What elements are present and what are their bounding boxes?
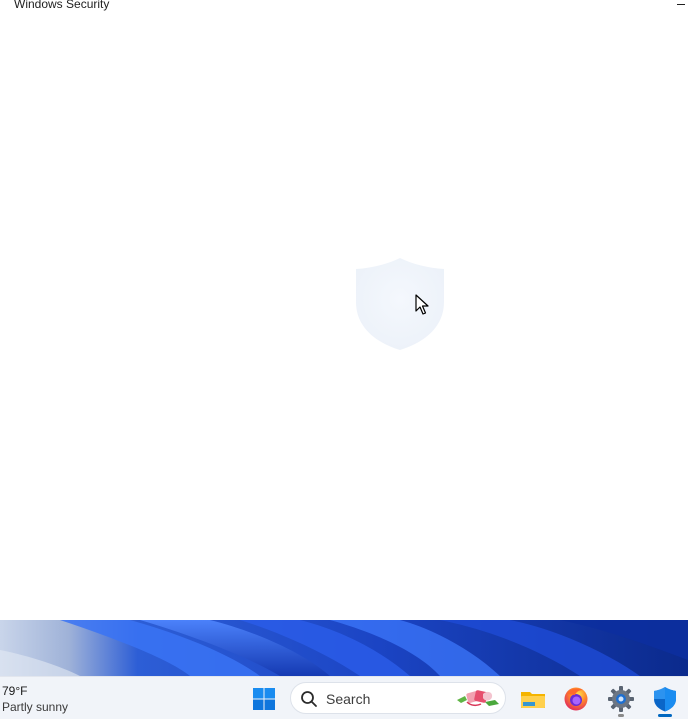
search-highlight-icon [457, 690, 499, 707]
weather-widget[interactable]: 79°F Partly sunny [2, 683, 68, 715]
active-indicator [658, 714, 672, 717]
taskbar-file-explorer-button[interactable] [518, 684, 548, 714]
desktop-screen: Windows Security 79°F Partly sunny Searc… [0, 0, 688, 719]
search-label: Search [326, 691, 371, 707]
taskbar-firefox-button[interactable] [561, 684, 591, 714]
gear-icon [608, 686, 634, 712]
shield-icon [654, 687, 676, 712]
windows-security-window: Windows Security [0, 0, 688, 620]
taskbar: 79°F Partly sunny Search [0, 676, 688, 719]
running-indicator [618, 714, 624, 717]
mouse-cursor-icon [415, 294, 429, 315]
weather-temperature: 79°F [2, 684, 28, 698]
folder-icon [521, 692, 545, 708]
windows-logo-icon [253, 688, 275, 710]
window-title: Windows Security [14, 0, 110, 11]
taskbar-settings-button[interactable] [606, 684, 636, 717]
minimize-button[interactable] [674, 0, 688, 12]
minimize-icon [677, 4, 685, 5]
taskbar-windows-security-button[interactable] [650, 684, 680, 717]
firefox-icon [564, 687, 588, 711]
weather-condition: Partly sunny [2, 700, 69, 714]
desktop-wallpaper [0, 620, 688, 676]
loading-shield-icon [356, 258, 444, 350]
taskbar-search-box[interactable]: Search [290, 682, 506, 714]
search-icon [301, 691, 317, 707]
start-button[interactable] [252, 687, 276, 711]
title-bar[interactable]: Windows Security [0, 0, 688, 14]
